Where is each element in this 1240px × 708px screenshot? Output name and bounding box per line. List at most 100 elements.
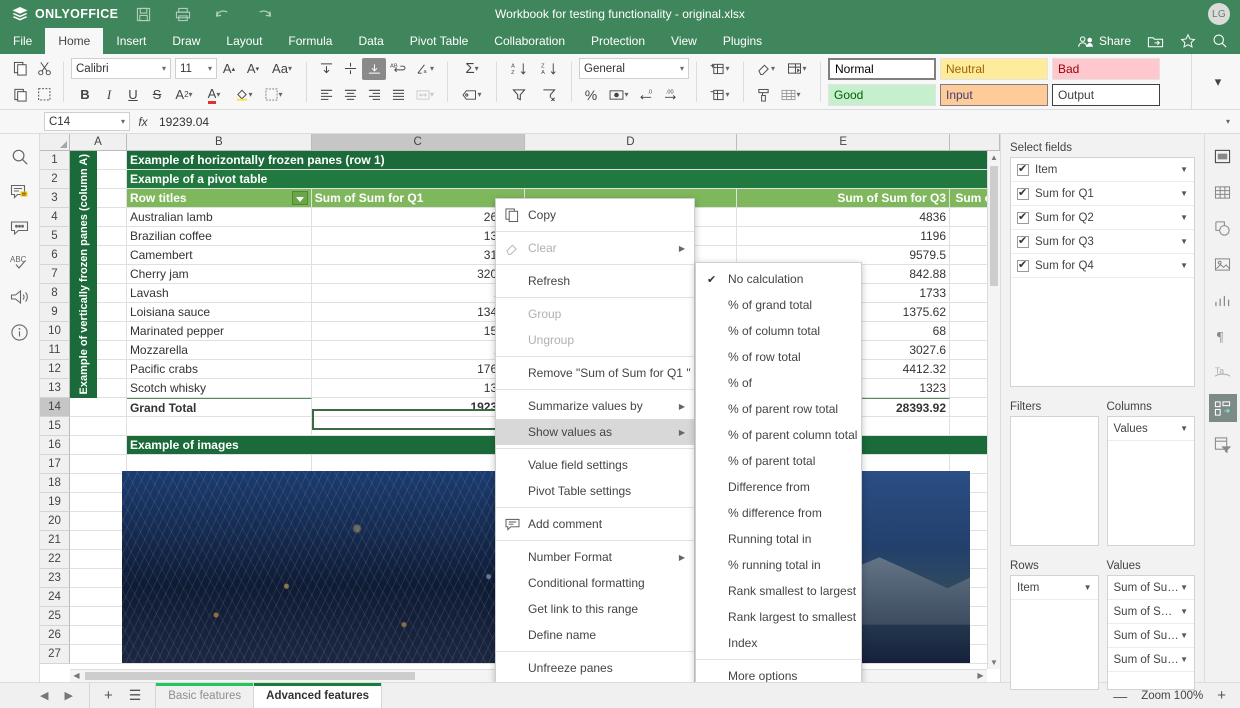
text-orientation-icon[interactable]: a▾ (410, 58, 440, 80)
menu-item-pivot-table-settings[interactable]: Pivot Table settings (496, 478, 694, 504)
cell-b7[interactable]: Cherry jam (127, 265, 312, 284)
row-header-4[interactable]: 4 (40, 208, 70, 227)
bold-icon[interactable]: B (73, 84, 97, 106)
feedback-icon[interactable] (10, 289, 29, 305)
chevron-down-icon[interactable]: ▼ (1180, 213, 1188, 222)
cut-icon[interactable] (32, 58, 56, 80)
fill-color-icon[interactable]: ▾ (229, 84, 259, 106)
submenu-item-pct-parent-row-total[interactable]: % of parent row total (696, 396, 861, 422)
submenu-item-running-total-in[interactable]: Running total in (696, 526, 861, 552)
cell-c6[interactable]: 3182.4 (312, 246, 525, 265)
column-header-b[interactable]: B (127, 134, 312, 150)
rows-zone[interactable]: Item ▼ (1010, 575, 1099, 690)
accounting-style-icon[interactable]: ▾ (603, 84, 635, 106)
menu-item-show-values-as[interactable]: Show values as ▶ (496, 419, 694, 445)
submenu-item-index[interactable]: Index (696, 630, 861, 656)
cell-e4[interactable]: 4836 (737, 208, 950, 227)
row-header-9[interactable]: 9 (40, 303, 70, 322)
row-header-23[interactable]: 23 (40, 569, 70, 588)
align-right-icon[interactable] (362, 84, 386, 106)
chevron-down-icon[interactable]: ▼ (1180, 424, 1188, 433)
rows-item-item[interactable]: Item ▼ (1011, 576, 1098, 600)
column-header-d[interactable]: D (525, 134, 738, 150)
cell-c11[interactable]: 1390 (312, 341, 525, 360)
submenu-item-rank-smallest-to-largest[interactable]: Rank smallest to largest (696, 578, 861, 604)
row-header-27[interactable]: 27 (40, 645, 70, 664)
submenu-item-pct-row-total[interactable]: % of row total (696, 344, 861, 370)
cell-style-normal[interactable]: Normal (828, 58, 936, 80)
borders-icon[interactable]: ▾ (259, 84, 289, 106)
row-header-2[interactable]: 2 (40, 170, 70, 189)
star-icon[interactable] (1180, 33, 1196, 49)
cell-style-neutral[interactable]: Neutral (940, 58, 1048, 80)
paragraph-settings-icon[interactable]: ¶ (1209, 322, 1237, 350)
sheet-tab-advanced-features[interactable]: Advanced features (254, 683, 382, 708)
cell-b8[interactable]: Lavash (127, 284, 312, 303)
zoom-in-icon[interactable]: + (1217, 687, 1226, 704)
about-icon[interactable] (10, 323, 29, 342)
wrap-text-icon[interactable]: AB (386, 58, 410, 80)
search-icon[interactable] (11, 148, 29, 166)
menu-item-value-field-settings[interactable]: Value field settings (496, 452, 694, 478)
vertical-scrollbar[interactable]: ▲ ▼ (987, 151, 1000, 669)
change-case-icon[interactable]: Aa▾ (265, 58, 299, 80)
row-header-12[interactable]: 12 (40, 360, 70, 379)
share-button[interactable]: Share (1077, 34, 1131, 48)
copy-style-icon[interactable] (32, 84, 56, 106)
row-header-10[interactable]: 10 (40, 322, 70, 341)
merge-cells-icon[interactable]: ▾ (410, 84, 440, 106)
cell-b12[interactable]: Pacific crabs (127, 360, 312, 379)
row-header-5[interactable]: 5 (40, 227, 70, 246)
align-center-icon[interactable] (338, 84, 362, 106)
tab-pivot-table[interactable]: Pivot Table (397, 28, 481, 54)
undo-icon[interactable] (214, 5, 232, 23)
redo-icon[interactable] (254, 5, 272, 23)
cell-b5[interactable]: Brazilian coffee (127, 227, 312, 246)
save-icon[interactable] (134, 5, 152, 23)
tab-layout[interactable]: Layout (213, 28, 275, 54)
cell-b4[interactable]: Australian lamb (127, 208, 312, 227)
align-top-icon[interactable] (314, 58, 338, 80)
row-header-26[interactable]: 26 (40, 626, 70, 645)
shape-settings-icon[interactable] (1209, 214, 1237, 242)
avatar[interactable]: LG (1208, 3, 1230, 25)
tab-formula[interactable]: Formula (275, 28, 345, 54)
chat-icon[interactable] (10, 220, 29, 236)
row-header-21[interactable]: 21 (40, 531, 70, 550)
underline-icon[interactable]: U (121, 84, 145, 106)
column-header-f[interactable] (950, 134, 1000, 150)
field-row-sum-for-q3[interactable]: Sum for Q3 ▼ (1011, 230, 1194, 254)
pivot-filter-icon[interactable] (292, 191, 308, 205)
cell-c9[interactable]: 1347.36 (312, 303, 525, 322)
chevron-down-icon[interactable]: ▼ (1180, 631, 1188, 640)
insert-cells-icon[interactable]: ▾ (704, 58, 736, 80)
open-file-location-icon[interactable] (1147, 34, 1164, 49)
column-header-c[interactable]: C (312, 134, 525, 150)
number-format-select[interactable]: General▾ (579, 58, 689, 79)
sheet-list-icon[interactable]: ☰ (129, 687, 142, 704)
delete-cells-icon[interactable]: ▾ (704, 84, 736, 106)
scroll-left-icon[interactable]: ◀ (70, 670, 83, 682)
submenu-item-pct-running-total-in[interactable]: % running total in (696, 552, 861, 578)
menu-item-summarize-values-by[interactable]: Summarize values by ▶ (496, 393, 694, 419)
submenu-item-rank-largest-to-smallest[interactable]: Rank largest to smallest (696, 604, 861, 630)
cell-style-output[interactable]: Output (1052, 84, 1160, 106)
row-header-6[interactable]: 6 (40, 246, 70, 265)
subscript-icon[interactable]: A2▾ (169, 84, 199, 106)
row-header-20[interactable]: 20 (40, 512, 70, 531)
cell-c4[interactable]: 2667.6 (312, 208, 525, 227)
menu-item-conditional-formatting[interactable]: Conditional formatting (496, 570, 694, 596)
cell-style-good[interactable]: Good (828, 84, 936, 106)
cell-c8[interactable]: 1462 (312, 284, 525, 303)
checkbox-icon[interactable] (1017, 188, 1029, 200)
align-bottom-icon[interactable] (362, 58, 386, 80)
row-header-8[interactable]: 8 (40, 284, 70, 303)
font-name-select[interactable]: Calibri▾ (71, 58, 171, 79)
expand-styles-icon[interactable]: ▾ (1206, 71, 1230, 93)
submenu-item-pct-column-total[interactable]: % of column total (696, 318, 861, 344)
font-size-select[interactable]: 11▾ (175, 58, 217, 79)
field-row-sum-for-q4[interactable]: Sum for Q4 ▼ (1011, 254, 1194, 278)
row-header-13[interactable]: 13 (40, 379, 70, 398)
menu-item-define-name[interactable]: Define name (496, 622, 694, 648)
cell-c7[interactable]: 3202.87 (312, 265, 525, 284)
